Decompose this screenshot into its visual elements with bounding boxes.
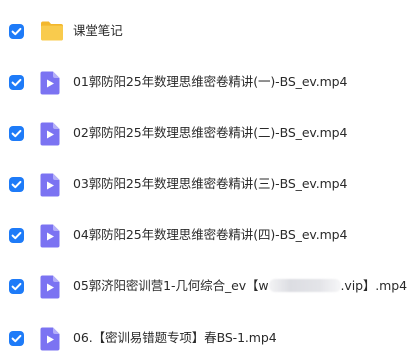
list-item[interactable]: 02郭防阳25年数理思维密卷精讲(二)-BS_ev.mp4 <box>0 108 407 158</box>
video-file-icon <box>40 71 60 99</box>
list-item[interactable]: 04郭防阳25年数理思维密卷精讲(四)-BS_ev.mp4 <box>0 210 407 260</box>
file-name: 02郭防阳25年数理思维密卷精讲(二)-BS_ev.mp4 <box>73 125 348 140</box>
checkbox-checked[interactable] <box>9 331 24 346</box>
redacted-text <box>268 279 341 292</box>
file-name: 06.【密训易错题专项】春BS-1.mp4 <box>73 330 277 345</box>
folder-icon <box>40 20 64 46</box>
file-name: 04郭防阳25年数理思维密卷精讲(四)-BS_ev.mp4 <box>73 227 348 242</box>
video-file-icon <box>40 173 60 201</box>
video-file-icon <box>40 224 60 252</box>
list-item[interactable]: 06.【密训易错题专项】春BS-1.mp4 <box>0 313 407 363</box>
video-file-icon <box>40 275 60 303</box>
file-name: 01郭防阳25年数理思维密卷精讲(一)-BS_ev.mp4 <box>73 74 348 89</box>
list-item[interactable]: 03郭防阳25年数理思维密卷精讲(三)-BS_ev.mp4 <box>0 159 407 209</box>
checkbox-checked[interactable] <box>9 177 24 192</box>
checkbox-checked[interactable] <box>9 24 24 39</box>
checkbox-checked[interactable] <box>9 279 24 294</box>
checkbox-checked[interactable] <box>9 126 24 141</box>
list-item[interactable]: 05郭济阳密训营1-几何综合_ev【w .vip】.mp4 <box>0 261 407 311</box>
list-item[interactable]: 课堂笔记 <box>0 6 407 56</box>
checkbox-checked[interactable] <box>9 228 24 243</box>
file-name: 03郭防阳25年数理思维密卷精讲(三)-BS_ev.mp4 <box>73 176 348 191</box>
file-name: 课堂笔记 <box>73 23 123 38</box>
file-name-prefix: 05郭济阳密训营1-几何综合_ev【w <box>73 278 269 293</box>
list-item[interactable]: 01郭防阳25年数理思维密卷精讲(一)-BS_ev.mp4 <box>0 57 407 107</box>
checkbox-checked[interactable] <box>9 75 24 90</box>
file-list: 课堂笔记 01郭防阳25年数理思维密卷精讲(一)-BS_ev.mp4 02郭防阳… <box>0 0 407 364</box>
video-file-icon <box>40 327 60 355</box>
file-name: 05郭济阳密训营1-几何综合_ev【w .vip】.mp4 <box>73 277 407 295</box>
file-name-suffix: .vip】.mp4 <box>340 278 407 293</box>
video-file-icon <box>40 122 60 150</box>
